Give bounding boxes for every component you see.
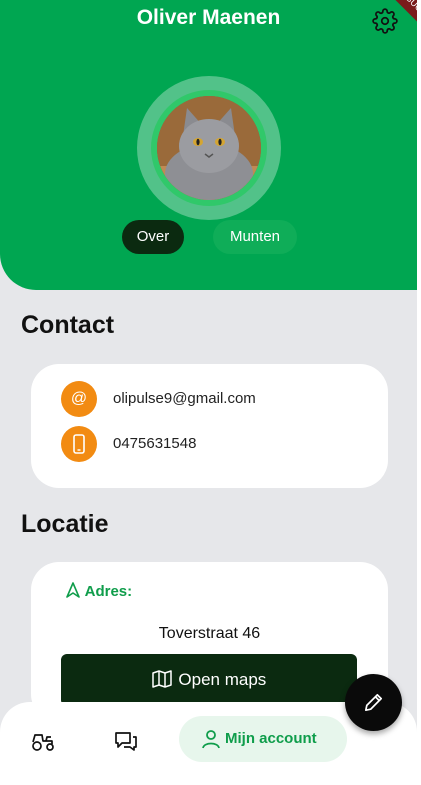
at-icon: @ bbox=[61, 381, 97, 417]
map-icon bbox=[151, 670, 172, 688]
pencil-icon bbox=[364, 693, 383, 712]
contact-title: Contact bbox=[21, 311, 115, 339]
profile-header: Oliver Maenen DEBUG bbox=[0, 0, 421, 290]
user-icon bbox=[202, 730, 220, 749]
settings-gear-icon[interactable] bbox=[372, 8, 398, 34]
navigation-arrow-icon bbox=[66, 582, 80, 598]
adres-value: Toverstraat 46 bbox=[158, 625, 261, 642]
phone-text: 0475631548 bbox=[113, 435, 197, 452]
edit-fab-button[interactable] bbox=[345, 674, 402, 731]
phone-row[interactable]: 0475631548 bbox=[61, 426, 371, 462]
contact-card: @ olipulse9@gmail.com 0475631548 bbox=[31, 364, 388, 488]
locatie-card: Adres: Toverstraat 46 Open maps bbox=[31, 562, 388, 722]
adres-label: Adres: bbox=[65, 582, 132, 600]
phone-icon bbox=[61, 426, 97, 462]
tab-over[interactable]: Over bbox=[122, 220, 184, 254]
profile-name: Oliver Maenen bbox=[136, 6, 281, 29]
locatie-title: Locatie bbox=[21, 510, 109, 538]
adres-label-text: Adres: bbox=[84, 583, 133, 600]
email-text: olipulse9@gmail.com bbox=[113, 390, 256, 407]
avatar[interactable] bbox=[157, 96, 261, 200]
tractor-icon[interactable] bbox=[30, 728, 56, 754]
nav-item-mijn-account[interactable]: Mijn account bbox=[179, 716, 347, 762]
chat-icon[interactable] bbox=[113, 728, 139, 754]
screen-edge bbox=[417, 0, 421, 785]
screen: Oliver Maenen DEBUG bbox=[0, 0, 421, 785]
tab-munten[interactable]: Munten bbox=[213, 220, 297, 254]
open-maps-button[interactable]: Open maps bbox=[61, 654, 357, 706]
nav-item-label: Mijn account bbox=[225, 730, 317, 747]
open-maps-label: Open maps bbox=[178, 670, 267, 689]
email-row[interactable]: @ olipulse9@gmail.com bbox=[61, 381, 371, 417]
